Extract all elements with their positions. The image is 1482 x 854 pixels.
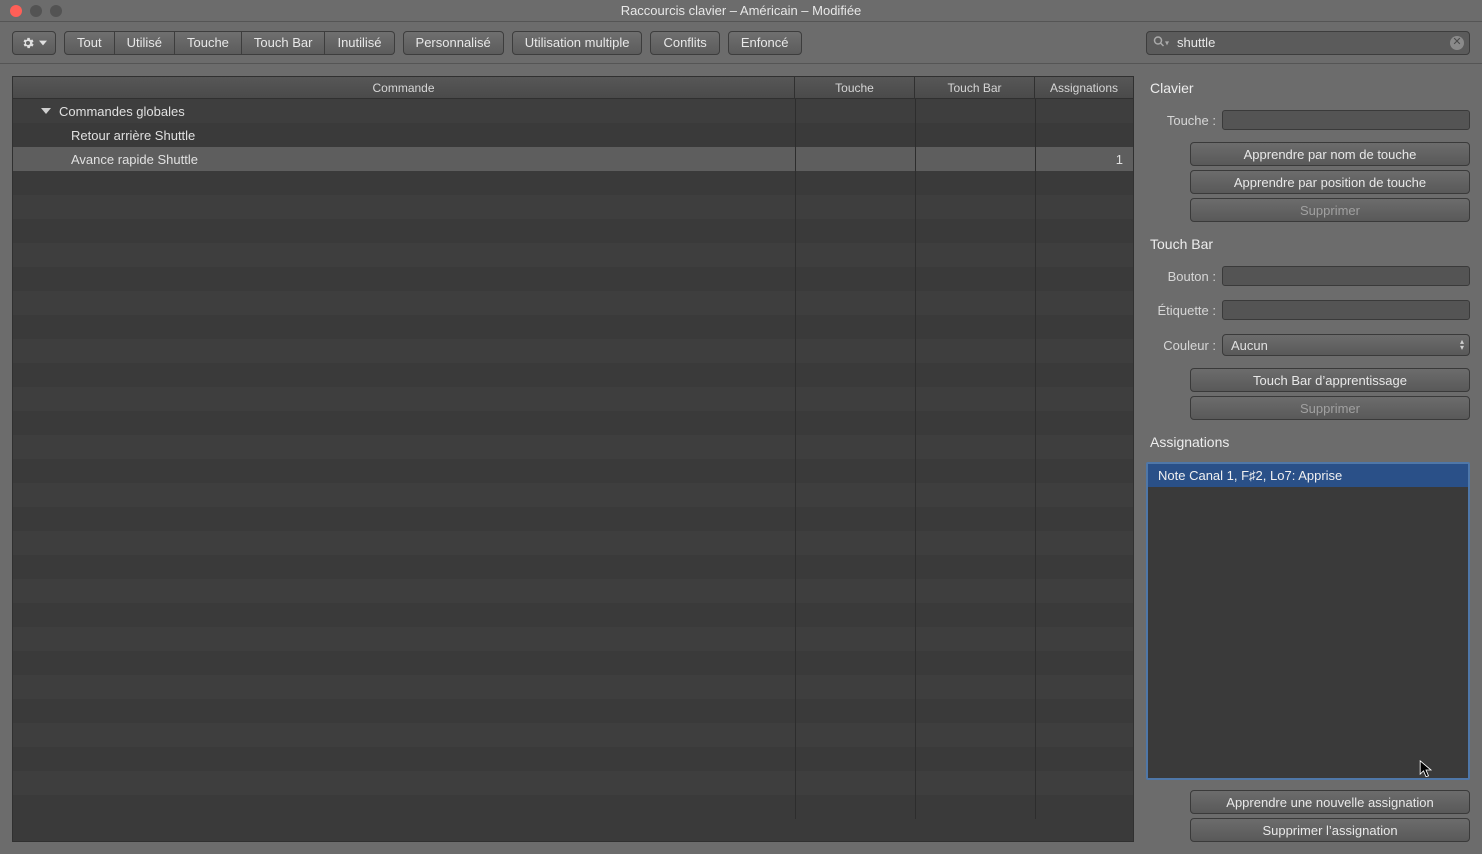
empty-row [13, 291, 1133, 315]
empty-row [13, 699, 1133, 723]
filter-tout[interactable]: Tout [64, 31, 115, 55]
delete-touchbar-button[interactable]: Supprimer [1190, 396, 1470, 420]
row-command: Avance rapide Shuttle [71, 152, 198, 167]
gear-icon [21, 36, 35, 50]
empty-row [13, 219, 1133, 243]
empty-row [13, 387, 1133, 411]
empty-row [13, 243, 1133, 267]
table-row[interactable]: Retour arrière Shuttle [13, 123, 1133, 147]
filter-touchbar[interactable]: Touch Bar [242, 31, 326, 55]
col-command[interactable]: Commande [13, 77, 795, 98]
empty-row [13, 531, 1133, 555]
empty-row [13, 675, 1133, 699]
empty-row [13, 651, 1133, 675]
section-title-assignments: Assignations [1146, 430, 1470, 452]
inspector-panel: Clavier Touche : Apprendre par nom de to… [1146, 76, 1470, 842]
filter-conflits[interactable]: Conflits [650, 31, 719, 55]
empty-row [13, 411, 1133, 435]
minimize-window-button[interactable] [30, 5, 42, 17]
chevron-down-icon [39, 40, 47, 46]
filter-utilisation-multiple[interactable]: Utilisation multiple [512, 31, 643, 55]
touchbar-color-label: Couleur : [1146, 338, 1216, 353]
empty-row [13, 483, 1133, 507]
touchbar-button-input[interactable] [1222, 266, 1470, 286]
filter-touche[interactable]: Touche [175, 31, 242, 55]
col-touchbar[interactable]: Touch Bar [915, 77, 1035, 98]
empty-row [13, 603, 1133, 627]
title-bar: Raccourcis clavier – Américain – Modifié… [0, 0, 1482, 22]
assignment-item[interactable]: Note Canal 1, F♯2, Lo7: Apprise [1148, 464, 1468, 487]
empty-row [13, 459, 1133, 483]
section-title-touchbar: Touch Bar [1146, 232, 1470, 254]
empty-row [13, 579, 1133, 603]
empty-row [13, 507, 1133, 531]
search-clear-button[interactable]: ✕ [1450, 36, 1464, 50]
empty-row [13, 555, 1133, 579]
empty-row [13, 315, 1133, 339]
delete-assignment-button[interactable]: Supprimer l’assignation [1190, 818, 1470, 842]
search-icon [1153, 35, 1165, 50]
key-label: Touche : [1146, 113, 1216, 128]
section-title-keyboard: Clavier [1146, 76, 1470, 98]
empty-row [13, 171, 1133, 195]
touchbar-color-select[interactable]: Aucun ▴▾ [1222, 334, 1470, 356]
filter-inutilise[interactable]: Inutilisé [325, 31, 394, 55]
empty-row [13, 195, 1133, 219]
assignments-list[interactable]: Note Canal 1, F♯2, Lo7: Apprise [1146, 462, 1470, 780]
empty-row [13, 771, 1133, 795]
gear-menu-button[interactable] [12, 31, 56, 55]
touchbar-tag-label: Étiquette : [1146, 303, 1216, 318]
commands-table: Commande Touche Touch Bar Assignations C… [12, 76, 1134, 842]
empty-row [13, 747, 1133, 771]
empty-row [13, 723, 1133, 747]
table-group-row[interactable]: Commandes globales [13, 99, 1133, 123]
empty-row [13, 363, 1133, 387]
search-field-wrap: ▾ ✕ [1146, 31, 1470, 55]
learn-key-name-button[interactable]: Apprendre par nom de touche [1190, 142, 1470, 166]
delete-key-button[interactable]: Supprimer [1190, 198, 1470, 222]
learn-new-assignment-button[interactable]: Apprendre une nouvelle assignation [1190, 790, 1470, 814]
row-command: Retour arrière Shuttle [71, 128, 195, 143]
disclosure-triangle-icon[interactable] [41, 108, 51, 114]
toolbar: Tout Utilisé Touche Touch Bar Inutilisé … [0, 22, 1482, 64]
table-body[interactable]: Commandes globales Retour arrière Shuttl… [13, 99, 1133, 841]
filter-utilise[interactable]: Utilisé [115, 31, 175, 55]
touchbar-button-label: Bouton : [1146, 269, 1216, 284]
filter-enfonce[interactable]: Enfoncé [728, 31, 802, 55]
empty-row [13, 339, 1133, 363]
filter-segmented-control: Tout Utilisé Touche Touch Bar Inutilisé [64, 31, 395, 55]
empty-row [13, 627, 1133, 651]
maximize-window-button[interactable] [50, 5, 62, 17]
search-scope-chevron-icon[interactable]: ▾ [1165, 38, 1169, 47]
empty-row [13, 795, 1133, 819]
learn-key-position-button[interactable]: Apprendre par position de touche [1190, 170, 1470, 194]
col-key[interactable]: Touche [795, 77, 915, 98]
empty-row [13, 267, 1133, 291]
group-label: Commandes globales [59, 104, 185, 119]
select-chevrons-icon: ▴▾ [1460, 339, 1464, 351]
window-title: Raccourcis clavier – Américain – Modifié… [621, 3, 862, 18]
search-input[interactable] [1146, 31, 1470, 55]
table-header: Commande Touche Touch Bar Assignations [13, 77, 1133, 99]
row-assignments: 1 [1116, 152, 1123, 167]
learn-touchbar-button[interactable]: Touch Bar d’apprentissage [1190, 368, 1470, 392]
close-window-button[interactable] [10, 5, 22, 17]
key-input[interactable] [1222, 110, 1470, 130]
filter-personnalise[interactable]: Personnalisé [403, 31, 504, 55]
table-row[interactable]: Avance rapide Shuttle 1 [13, 147, 1133, 171]
touchbar-color-value: Aucun [1231, 338, 1268, 353]
window-controls [10, 5, 62, 17]
content-area: Commande Touche Touch Bar Assignations C… [0, 64, 1482, 854]
col-assignments[interactable]: Assignations [1035, 77, 1133, 98]
empty-row [13, 435, 1133, 459]
touchbar-tag-input[interactable] [1222, 300, 1470, 320]
